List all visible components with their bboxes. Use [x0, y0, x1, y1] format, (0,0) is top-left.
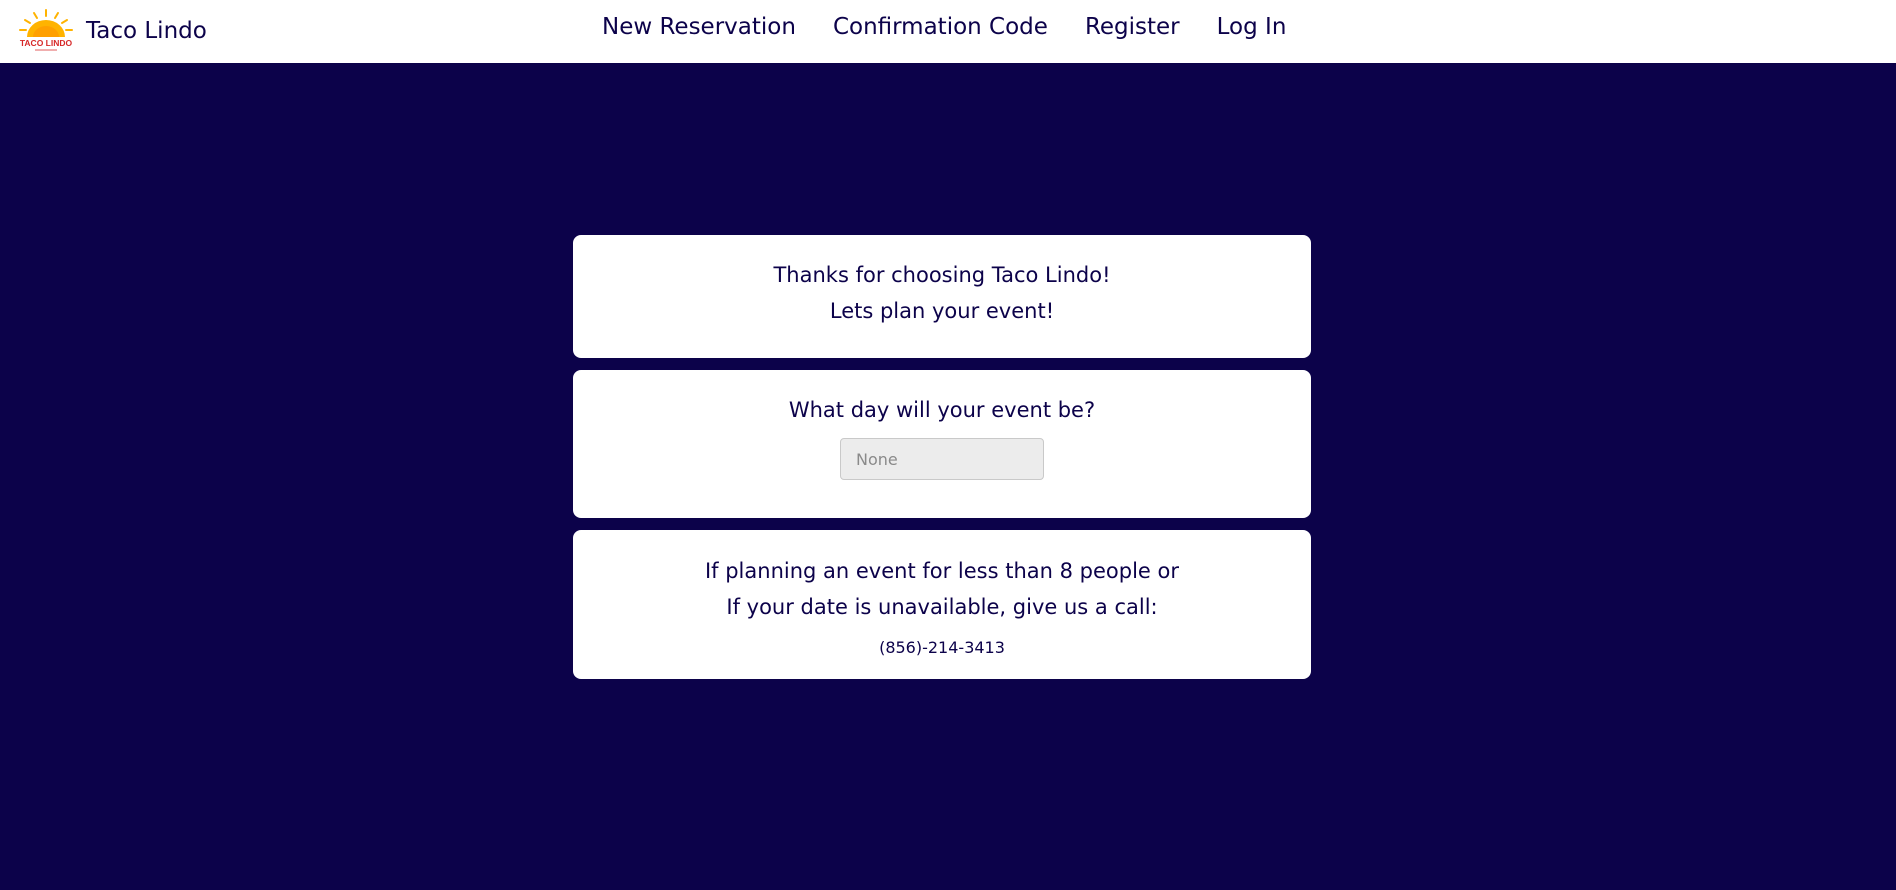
nav-register[interactable]: Register [1085, 14, 1180, 40]
sun-logo-icon[interactable]: TACO LINDO [18, 8, 74, 54]
brand-name[interactable]: Taco Lindo [86, 18, 207, 44]
event-date-question: What day will your event be? [788, 398, 1096, 422]
call-line-2: If your date is unavailable, give us a c… [726, 595, 1158, 619]
welcome-line-2: Lets plan your event! [829, 299, 1055, 323]
main-nav: New Reservation Confirmation Code Regist… [602, 13, 1286, 41]
call-line-1: If planning an event for less than 8 peo… [704, 559, 1180, 583]
nav-new-reservation[interactable]: New Reservation [602, 14, 796, 40]
logo-text: TACO LINDO [20, 38, 73, 48]
event-date-input[interactable] [840, 438, 1044, 480]
nav-log-in[interactable]: Log In [1217, 14, 1287, 40]
phone-number: (856)-214-3413 [879, 638, 1005, 657]
welcome-card: Thanks for choosing Taco Lindo! Lets pla… [573, 235, 1311, 358]
welcome-line-1: Thanks for choosing Taco Lindo! [773, 263, 1111, 287]
call-us-card: If planning an event for less than 8 peo… [573, 530, 1311, 679]
brand[interactable]: TACO LINDO Taco Lindo [18, 8, 207, 54]
nav-confirmation-code[interactable]: Confirmation Code [833, 14, 1048, 40]
top-navbar: TACO LINDO Taco Lindo New Reservation Co… [0, 0, 1896, 63]
event-date-card: What day will your event be? [573, 370, 1311, 518]
